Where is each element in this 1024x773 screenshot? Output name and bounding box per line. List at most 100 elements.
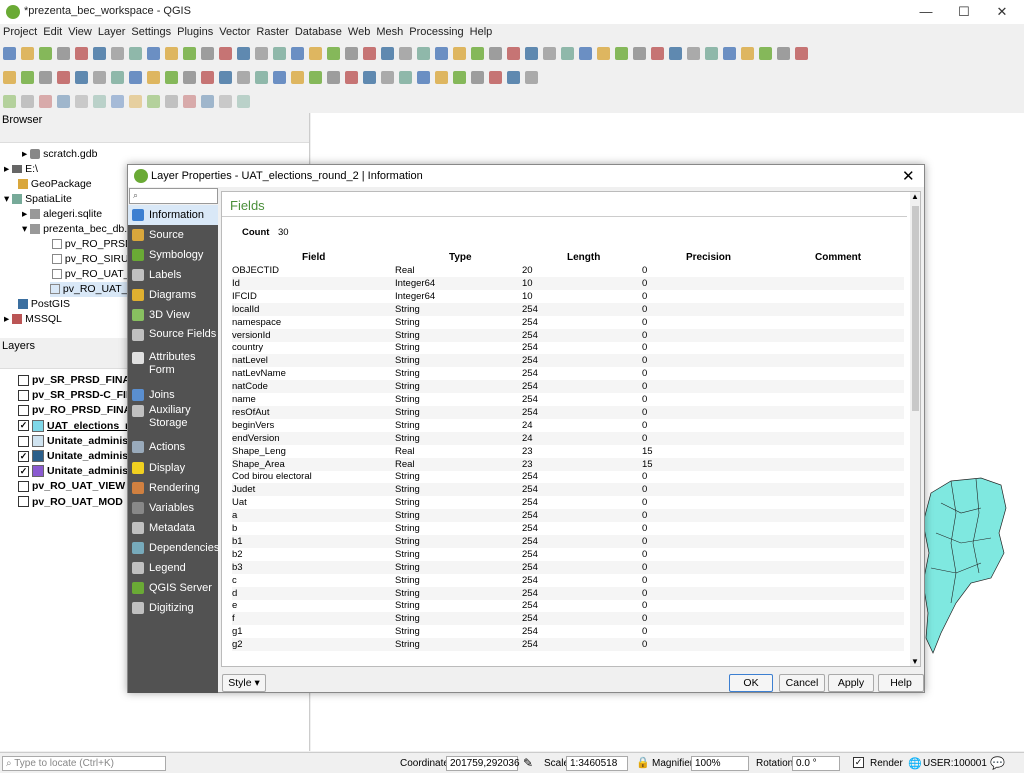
toolbar-tool-icon[interactable] (21, 95, 34, 108)
browser-item-geopackage[interactable]: GeoPackage (18, 177, 92, 192)
toolbar-tool-icon[interactable] (255, 47, 268, 60)
browser-item-table-selected[interactable]: pv_RO_UAT_V (50, 282, 135, 297)
layer-item[interactable]: pv_RO_UAT_VIEW [3 (18, 479, 137, 494)
toolbar-tool-icon[interactable] (777, 47, 790, 60)
toolbar-tool-icon[interactable] (579, 47, 592, 60)
menu-vector[interactable]: Vector (216, 24, 253, 38)
nav-item-actions[interactable]: Actions (128, 437, 218, 457)
toolbar-tool-icon[interactable] (327, 47, 340, 60)
toolbar-tool-icon[interactable] (75, 71, 88, 84)
apply-button[interactable]: Apply (828, 674, 874, 692)
render-checkbox[interactable]: ✓ (853, 757, 867, 768)
toolbar-tool-icon[interactable] (759, 47, 772, 60)
layer-visibility-checkbox[interactable] (18, 405, 29, 417)
toolbar-tool-icon[interactable] (435, 47, 448, 60)
toolbar-tool-icon[interactable] (687, 47, 700, 60)
toolbar-tool-icon[interactable] (381, 47, 394, 60)
toolbar-tool-icon[interactable] (75, 47, 88, 60)
toolbar-tool-icon[interactable] (165, 71, 178, 84)
toolbar-tool-icon[interactable] (453, 47, 466, 60)
layer-item[interactable]: pv_RO_UAT_MOD (18, 495, 123, 510)
magnifier-field[interactable]: 100% (691, 756, 749, 771)
toolbar-tool-icon[interactable] (129, 95, 142, 108)
toolbar-tool-icon[interactable] (255, 71, 268, 84)
layer-item[interactable]: pv_RO_PRSD_FINAL (18, 403, 138, 418)
toolbar-tool-icon[interactable] (489, 71, 502, 84)
toolbar-tool-icon[interactable] (381, 71, 394, 84)
toolbar-tool-icon[interactable] (741, 47, 754, 60)
toolbar-tool-icon[interactable] (273, 71, 286, 84)
menu-database[interactable]: Database (292, 24, 345, 38)
toolbar-tool-icon[interactable] (201, 95, 214, 108)
toolbar-tool-icon[interactable] (795, 47, 808, 60)
nav-item-3d-view[interactable]: 3D View (128, 305, 218, 325)
toolbar-tool-icon[interactable] (399, 47, 412, 60)
toolbar-tool-icon[interactable] (39, 71, 52, 84)
layer-visibility-checkbox[interactable]: ✓ (18, 465, 29, 477)
layer-visibility-checkbox[interactable] (18, 389, 29, 401)
toolbar-tool-icon[interactable] (327, 71, 340, 84)
toolbar-tool-icon[interactable] (543, 47, 556, 60)
toolbar-tool-icon[interactable] (93, 95, 106, 108)
toolbar-tool-icon[interactable] (435, 71, 448, 84)
browser-item-mssql[interactable]: ▸ MSSQL (4, 312, 62, 327)
toolbar-tool-icon[interactable] (399, 71, 412, 84)
dialog-close-icon[interactable]: ✕ (902, 167, 915, 185)
toolbar-tool-icon[interactable] (201, 47, 214, 60)
browser-item-e-drive[interactable]: ▸ E:\ (4, 162, 38, 177)
coordinate-field[interactable]: 201759,292036 (446, 756, 520, 771)
layer-item[interactable]: Unitate_administ (18, 434, 132, 449)
menu-edit[interactable]: Edit (40, 24, 65, 38)
minimize-button[interactable]: — (908, 2, 944, 22)
toolbar-tool-icon[interactable] (111, 71, 124, 84)
toolbar-tool-icon[interactable] (111, 47, 124, 60)
toolbar-tool-icon[interactable] (453, 71, 466, 84)
layer-visibility-checkbox[interactable] (18, 374, 29, 386)
toolbar-tool-icon[interactable] (219, 71, 232, 84)
toolbar-tool-icon[interactable] (507, 47, 520, 60)
nav-item-variables[interactable]: Variables (128, 498, 218, 518)
scroll-down-icon[interactable]: ▼ (911, 657, 919, 666)
nav-item-symbology[interactable]: Symbology (128, 245, 218, 265)
toolbar-tool-icon[interactable] (21, 47, 34, 60)
toolbar-tool-icon[interactable] (75, 95, 88, 108)
menu-help[interactable]: Help (467, 24, 496, 38)
toolbar-tool-icon[interactable] (345, 47, 358, 60)
toolbar-tool-icon[interactable] (3, 71, 16, 84)
maximize-button[interactable]: ☐ (946, 2, 982, 22)
toolbar-tool-icon[interactable] (183, 71, 196, 84)
browser-item-table[interactable]: pv_RO_UAT_M (52, 267, 138, 282)
messages-icon[interactable]: 💬 (990, 756, 1005, 770)
locator-search-input[interactable]: ⌕ Type to locate (Ctrl+K) (2, 756, 166, 771)
nav-item-labels[interactable]: Labels (128, 265, 218, 285)
nav-search-input[interactable]: ⌕ (129, 188, 218, 204)
toolbar-tool-icon[interactable] (93, 47, 106, 60)
toolbar-tool-icon[interactable] (471, 71, 484, 84)
layer-item[interactable]: pv_SR_PRSD-C_FINA (18, 388, 141, 403)
layer-item[interactable]: ✓ Unitate_administ (18, 464, 132, 479)
toolbar-tool-icon[interactable] (21, 71, 34, 84)
nav-item-metadata[interactable]: Metadata (128, 518, 218, 538)
toolbar-tool-icon[interactable] (183, 95, 196, 108)
toolbar-tool-icon[interactable] (471, 47, 484, 60)
menu-plugins[interactable]: Plugins (174, 24, 216, 38)
toolbar-tool-icon[interactable] (3, 95, 16, 108)
toolbar-tool-icon[interactable] (39, 47, 52, 60)
coordinate-toggle-icon[interactable]: ✎ (523, 756, 533, 770)
crs-button[interactable]: USER:100001 (923, 758, 987, 769)
toolbar-tool-icon[interactable] (183, 47, 196, 60)
toolbar-tool-icon[interactable] (723, 47, 736, 60)
help-button[interactable]: Help (878, 674, 924, 692)
toolbar-tool-icon[interactable] (39, 95, 52, 108)
toolbar-tool-icon[interactable] (129, 71, 142, 84)
style-dropdown-button[interactable]: Style ▾ (222, 674, 266, 692)
toolbar-tool-icon[interactable] (651, 47, 664, 60)
layer-visibility-checkbox[interactable] (18, 435, 29, 447)
browser-item-table[interactable]: pv_RO_SIRUT (52, 252, 135, 267)
toolbar-tool-icon[interactable] (219, 47, 232, 60)
layer-item[interactable]: ✓ Unitate_administ (18, 449, 132, 464)
toolbar-tool-icon[interactable] (237, 47, 250, 60)
toolbar-tool-icon[interactable] (57, 71, 70, 84)
lock-icon[interactable]: 🔒 (636, 756, 650, 769)
toolbar-tool-icon[interactable] (615, 47, 628, 60)
